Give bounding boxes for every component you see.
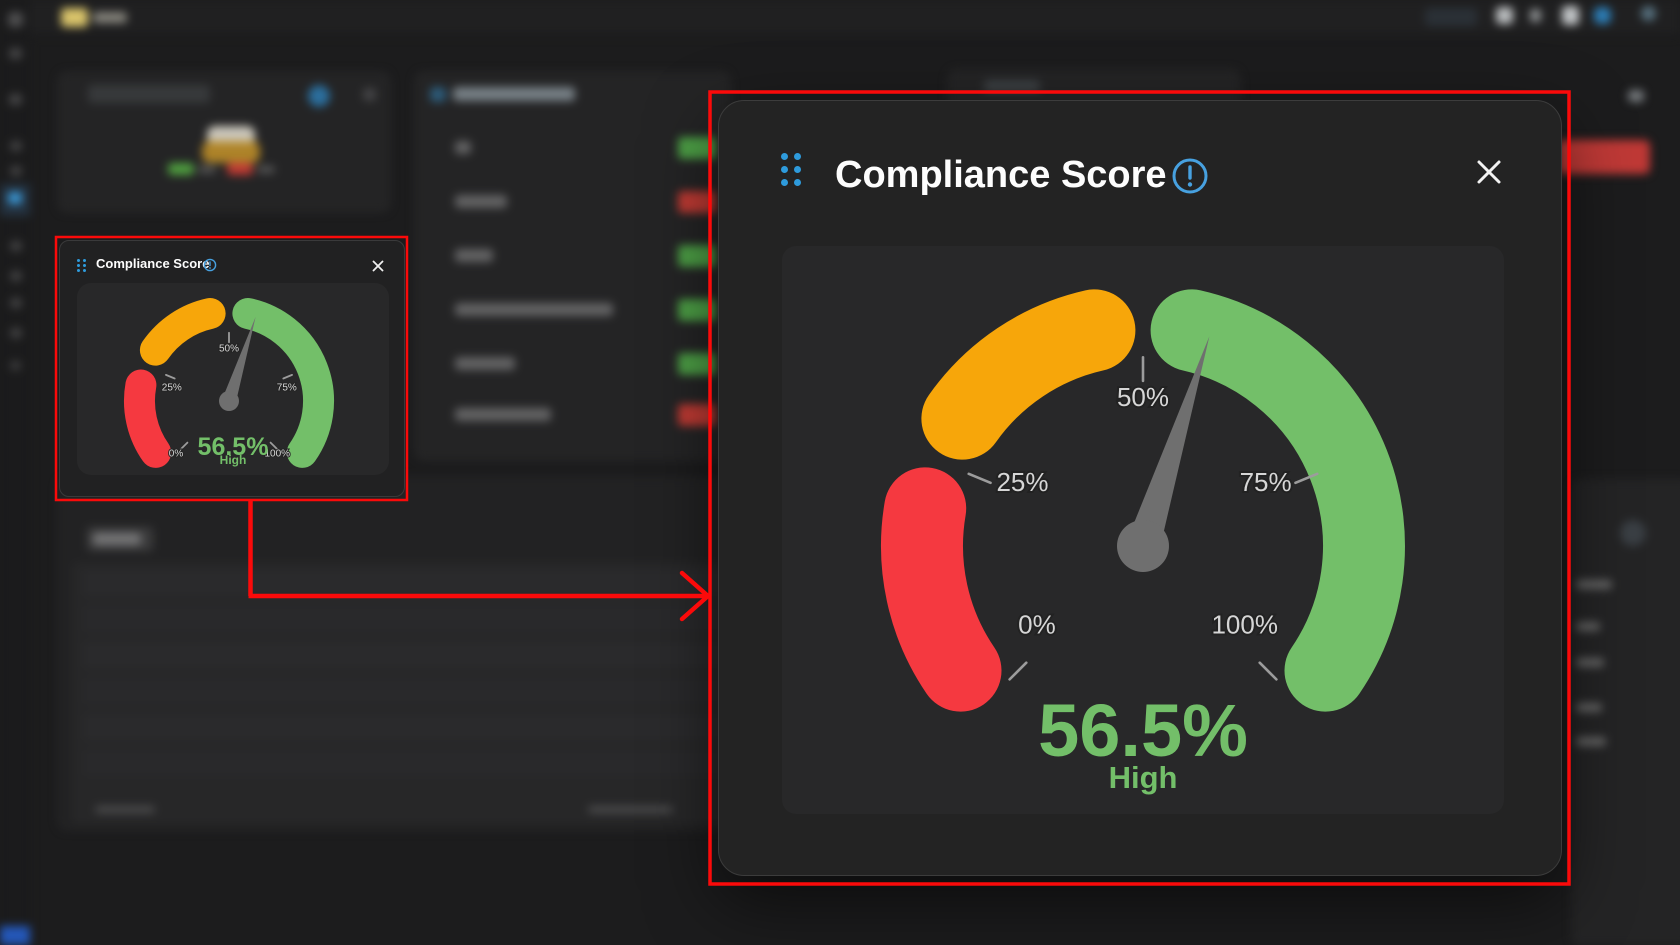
- app-logo-text: [93, 12, 127, 23]
- svg-text:75%: 75%: [277, 382, 297, 393]
- check-row-label-blur: [455, 408, 551, 421]
- compliance-score-widget: Compliance Score 0%25%50%75%100% 56.5% H…: [59, 240, 405, 497]
- sidebar-icon[interactable]: [10, 166, 22, 176]
- gauge-state-label: High: [77, 454, 389, 466]
- close-icon[interactable]: [1471, 154, 1507, 190]
- svg-text:50%: 50%: [219, 344, 239, 355]
- background-card-title-blur: [984, 80, 1040, 92]
- checks-card-header-icon: [430, 87, 446, 102]
- status-pill: [678, 245, 716, 267]
- svg-text:0%: 0%: [1018, 610, 1056, 640]
- background-small-icon: [1628, 90, 1644, 102]
- sidebar-icon[interactable]: [9, 48, 22, 59]
- right-card-label-blur: [1576, 658, 1604, 667]
- status-pill: [678, 353, 716, 375]
- check-row-label-blur: [455, 249, 493, 262]
- sidebar-icon[interactable]: [10, 241, 22, 251]
- legend-dot-pass: [168, 163, 194, 175]
- overview-card-icon[interactable]: [363, 88, 376, 101]
- svg-text:100%: 100%: [1211, 610, 1278, 640]
- info-icon[interactable]: [203, 258, 217, 272]
- checks-card-title-blur: [453, 87, 575, 101]
- gauge-panel: 0%25%50%75%100% 56.5% High: [77, 283, 389, 475]
- widget-title: Compliance Score: [96, 256, 209, 272]
- right-card-label-blur: [1576, 580, 1612, 589]
- topbar-icon-blue[interactable]: [1594, 7, 1611, 24]
- right-card-label-blur: [1576, 622, 1600, 631]
- compliance-score-modal: Compliance Score 0% 25% 50% 75% 100% 56.5% H…: [718, 100, 1562, 876]
- check-row-label-blur: [455, 141, 471, 154]
- modal-title: Compliance Score: [835, 155, 1167, 195]
- status-pill: [678, 299, 716, 321]
- sidebar-icon[interactable]: [10, 271, 22, 281]
- sidebar-icon[interactable]: [10, 328, 22, 338]
- check-row-label-blur: [455, 357, 515, 370]
- right-card-icon: [1620, 520, 1646, 546]
- overview-card-icon-blue[interactable]: [308, 85, 330, 107]
- gauge-state-label: High: [782, 762, 1504, 793]
- svg-text:25%: 25%: [162, 382, 182, 393]
- drag-handle-icon[interactable]: [781, 153, 801, 186]
- topbar-search-box[interactable]: [1425, 8, 1477, 26]
- gauge-panel: 0% 25% 50% 75% 100% 56.5% High: [782, 246, 1504, 814]
- topbar-icon[interactable]: [1562, 6, 1579, 25]
- status-pill: [678, 137, 716, 159]
- svg-text:25%: 25%: [996, 467, 1048, 497]
- close-icon[interactable]: [369, 257, 387, 275]
- sidebar-icon[interactable]: [9, 94, 22, 105]
- gauge-value: 56.5%: [782, 694, 1504, 768]
- legend-label-blur: [198, 166, 216, 173]
- right-card: [1572, 480, 1680, 945]
- check-row-label-blur: [455, 303, 613, 316]
- overview-card-title-blur: [88, 85, 210, 103]
- table-footer-text-blur: [95, 806, 155, 813]
- table-footer-text-blur: [588, 806, 673, 813]
- sidebar-icon[interactable]: [10, 141, 22, 151]
- status-pill: [678, 191, 716, 213]
- info-icon[interactable]: [1170, 156, 1210, 196]
- drag-handle-icon[interactable]: [77, 259, 86, 272]
- table-card-title-blur: [93, 533, 141, 545]
- topbar-avatar[interactable]: [1641, 6, 1656, 21]
- right-card-label-blur: [1576, 737, 1606, 746]
- svg-text:50%: 50%: [1117, 382, 1169, 412]
- background-red-button[interactable]: [1558, 140, 1650, 174]
- legend-label-blur: [257, 166, 275, 173]
- sidebar-icon-active[interactable]: [8, 192, 22, 204]
- sidebar-icon[interactable]: [8, 12, 23, 27]
- topbar-icon[interactable]: [1496, 7, 1513, 24]
- dashboard-screen: Compliance Score 0% 25% 50% 75% 100% 56.5% H…: [0, 0, 1680, 945]
- sidebar-bottom-badge: [0, 926, 30, 945]
- topbar-icon[interactable]: [1530, 9, 1541, 22]
- check-row-label-blur: [455, 195, 507, 208]
- sidebar-icon[interactable]: [10, 298, 22, 308]
- status-pill: [678, 404, 716, 426]
- svg-text:75%: 75%: [1240, 467, 1292, 497]
- legend-dot-fail: [227, 163, 253, 175]
- app-logo[interactable]: [61, 8, 88, 27]
- right-card-label-blur: [1576, 703, 1602, 712]
- sidebar-icon[interactable]: [10, 361, 21, 370]
- overview-image-blur: [202, 141, 260, 163]
